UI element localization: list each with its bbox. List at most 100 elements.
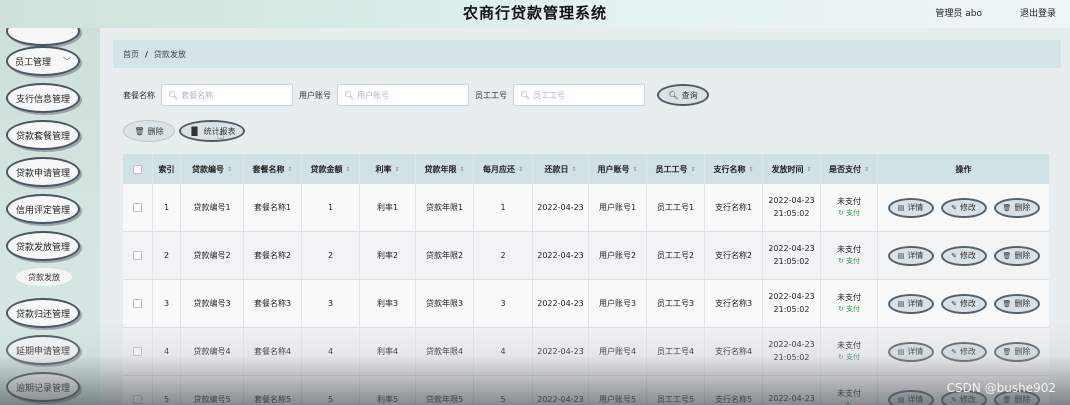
breadcrumb-home[interactable]: 首页	[123, 49, 139, 60]
detail-button[interactable]: ▤ 详情	[887, 197, 934, 218]
delete-button[interactable]: 🗑︎ 删除	[993, 293, 1040, 314]
cell-index: 1	[153, 184, 181, 231]
batch-delete-button[interactable]: 🗑︎ 删除	[123, 120, 175, 142]
header-ops: 操作	[955, 164, 972, 174]
cell-index: 5	[153, 376, 181, 405]
sidebar-subitem-disbursement[interactable]: 贷款发放	[16, 268, 72, 286]
trash-icon: 🗑︎	[1002, 203, 1012, 212]
stats-report-button[interactable]: ▐▌ 统计报表	[179, 120, 245, 142]
table-row[interactable]: 4 贷款编号4 套餐名称4 4 利率4 贷款年限4 4 2022-04-23 用户账号4 员工工号…	[123, 328, 1049, 376]
sidebar-item-staff[interactable]: 员工管理 ﹀	[6, 46, 80, 76]
toolbar: 🗑︎ 删除 ▐▌ 统计报表	[123, 120, 249, 142]
table-row[interactable]: 5 贷款编号5 套餐名称5 5 利率5 贷款年限5 5 2022-04-23 用户账号5 员工工号…	[123, 376, 1049, 405]
cell-repay-day: 2022-04-23	[533, 184, 589, 231]
pay-link[interactable]: ↻ 支付	[838, 256, 860, 267]
header-package[interactable]: 套餐名称	[244, 154, 302, 184]
sidebar-item-disbursement[interactable]: 贷款发放管理	[6, 231, 80, 261]
sidebar-item-repayment[interactable]: 贷款归还管理	[6, 298, 80, 328]
header-amount[interactable]: 贷款金额	[302, 154, 360, 184]
sidebar-item-package[interactable]: 贷款套餐管理	[6, 120, 80, 150]
detail-button[interactable]: ▤ 详情	[887, 389, 934, 405]
row-select-cell[interactable]	[123, 232, 153, 279]
delete-button[interactable]: 🗑︎ 删除	[993, 197, 1040, 218]
cell-monthly: 3	[474, 280, 533, 327]
cell-ops: ▤ 详情 ✎ 修改 🗑︎ 删除	[878, 280, 1049, 327]
delete-button[interactable]: 🗑︎ 删除	[993, 341, 1040, 362]
row-select-cell[interactable]	[123, 280, 153, 327]
pay-link[interactable]: ↻ 支付	[838, 304, 860, 315]
delete-button[interactable]: 🗑︎ 删除	[993, 245, 1040, 266]
sidebar-item-branch[interactable]: 支行信息管理	[6, 83, 80, 113]
trash-icon: 🗑︎	[1002, 299, 1012, 308]
delete-label: 删除	[1014, 395, 1031, 404]
user-account-label: 用户账号	[299, 90, 331, 100]
employee-id-input[interactable]: 🔍︎ 员工工号	[513, 84, 645, 106]
cell-account: 用户账号4	[589, 328, 647, 375]
table-row[interactable]: 3 贷款编号3 套餐名称3 3 利率3 贷款年限3 3 2022-04-23 用户账号3 员工工号…	[123, 280, 1049, 328]
header-paid[interactable]: 是否支付	[821, 154, 878, 184]
package-name-input[interactable]: 🔍︎ 套餐名称	[161, 84, 293, 106]
package-name-label: 套餐名称	[123, 90, 155, 100]
header-loan-no[interactable]: 贷款编号	[181, 154, 244, 184]
cell-amount: 5	[302, 376, 360, 405]
select-all-checkbox[interactable]	[133, 164, 142, 174]
header-issue-time[interactable]: 发放时间	[763, 154, 821, 184]
issue-time-stack: 2022-04-23 21:05:02	[768, 243, 815, 269]
row-select-cell[interactable]	[123, 328, 153, 375]
row-select-cell[interactable]	[123, 184, 153, 231]
sidebar-item-overdue[interactable]: 逾期记录管理	[6, 372, 80, 402]
sidebar-item-application[interactable]: 贷款申请管理	[6, 157, 80, 187]
header-repay-day[interactable]: 还款日	[533, 154, 589, 184]
header-account[interactable]: 用户账号	[589, 154, 647, 184]
cell-employee: 员工工号3	[647, 280, 705, 327]
table-row[interactable]: 1 贷款编号1 套餐名称1 1 利率1 贷款年限1 1 2022-04-23 用户账号1 员工工号…	[123, 184, 1049, 232]
pay-link[interactable]: ↻ 支付	[838, 352, 860, 363]
row-checkbox[interactable]	[133, 347, 142, 356]
sidebar-item-top-partial[interactable]	[6, 28, 80, 46]
detail-button[interactable]: ▤ 详情	[887, 245, 934, 266]
row-checkbox[interactable]	[133, 251, 142, 260]
edit-button[interactable]: ✎ 修改	[940, 293, 987, 314]
search-bar: 套餐名称 🔍︎ 套餐名称 用户账号 🔍︎ 用户账号 员工工号 🔍︎ 员工工号 🔍…	[123, 84, 709, 106]
cell-monthly: 2	[474, 232, 533, 279]
header-branch[interactable]: 支行名称	[705, 154, 763, 184]
document-icon: ▤	[897, 395, 905, 404]
edit-button[interactable]: ✎ 修改	[940, 341, 987, 362]
document-icon: ▤	[897, 347, 905, 356]
header-employee[interactable]: 员工工号	[647, 154, 705, 184]
user-account-input[interactable]: 🔍︎ 用户账号	[337, 84, 469, 106]
cell-account: 用户账号3	[589, 280, 647, 327]
edit-button[interactable]: ✎ 修改	[940, 197, 987, 218]
detail-label: 详情	[907, 347, 924, 356]
header-rate[interactable]: 利率	[360, 154, 416, 184]
row-checkbox[interactable]	[133, 395, 142, 404]
cell-employee: 员工工号5	[647, 376, 705, 405]
edit-label: 修改	[959, 251, 976, 260]
pay-link[interactable]: ↻ 支付	[838, 208, 860, 219]
sidebar-item-extension[interactable]: 延期申请管理	[6, 335, 80, 365]
cell-package: 套餐名称2	[244, 232, 302, 279]
sidebar-item-credit[interactable]: 信用评定管理	[6, 194, 80, 224]
sidebar-item-label: 信用评定管理	[15, 205, 70, 216]
detail-button[interactable]: ▤ 详情	[887, 293, 934, 314]
row-select-cell[interactable]	[123, 376, 153, 405]
detail-button[interactable]: ▤ 详情	[887, 341, 934, 362]
logout-link[interactable]: 退出登录	[1020, 6, 1056, 19]
sidebar-item-label: 贷款发放管理	[15, 242, 70, 253]
select-all-cell[interactable]	[123, 154, 153, 184]
row-checkbox[interactable]	[133, 203, 142, 212]
pay-link[interactable]: ↻	[846, 400, 852, 405]
issue-date: 2022-04-23	[768, 195, 815, 205]
row-checkbox[interactable]	[133, 299, 142, 308]
row-actions: ▤ 详情 ✎ 修改 🗑︎ 删除	[878, 293, 1049, 314]
paid-status: 未支付	[837, 388, 861, 398]
query-button[interactable]: 🔍︎ 查询	[657, 84, 709, 106]
query-button-label: 查询	[681, 90, 698, 100]
cell-employee: 员工工号4	[647, 328, 705, 375]
pay-icon: ↻	[846, 401, 852, 405]
edit-button[interactable]: ✎ 修改	[940, 245, 987, 266]
cell-loan-no: 贷款编号4	[181, 328, 244, 375]
header-term[interactable]: 贷款年限	[416, 154, 474, 184]
header-monthly[interactable]: 每月应还	[474, 154, 533, 184]
table-row[interactable]: 2 贷款编号2 套餐名称2 2 利率2 贷款年限2 2 2022-04-23 用户账号2 员工工号…	[123, 232, 1049, 280]
